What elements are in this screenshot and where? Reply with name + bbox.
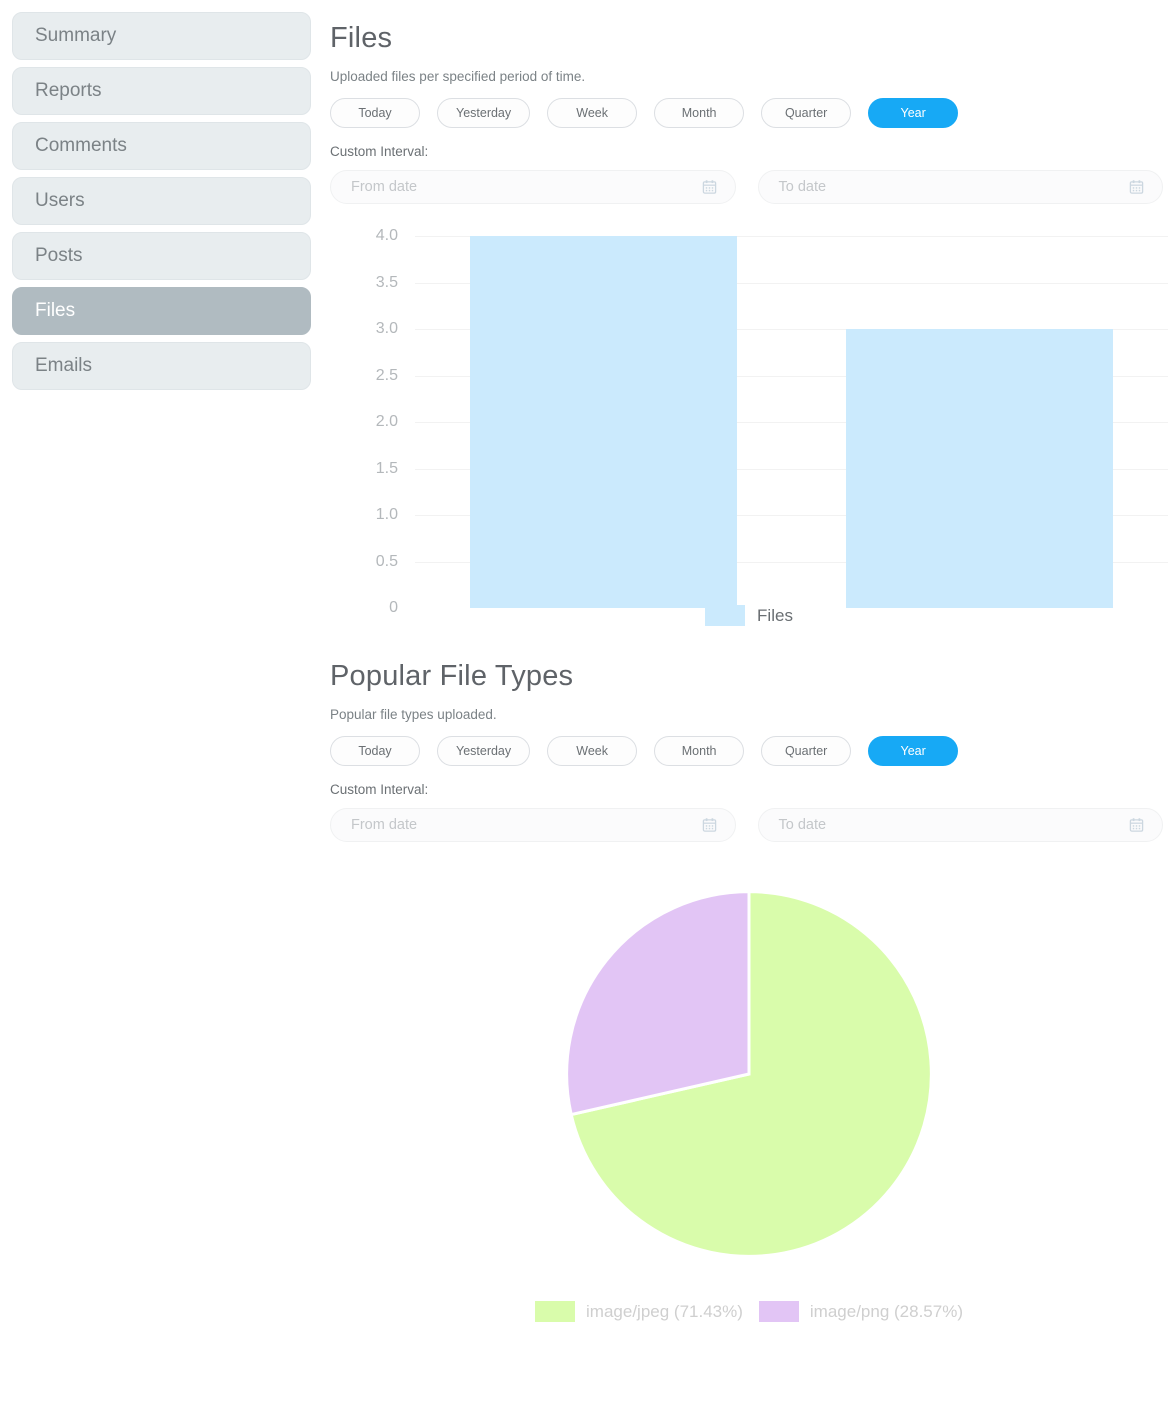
filetypes-to-date-placeholder: To date [778,817,827,833]
y-axis-tick-label: 1.0 [375,506,398,523]
calendar-icon[interactable] [702,180,717,195]
filetypes-from-date-placeholder: From date [351,817,418,833]
range-button-label: Today [358,106,392,120]
filetypes-custom-interval-label: Custom Interval: [330,782,429,797]
range-button-label: Quarter [784,106,828,120]
range-button-label: Yesterday [456,106,512,120]
sidebar-item-label: Comments [35,135,127,156]
files-date-range: From date To date [330,170,1163,204]
y-axis-tick-label: 3.5 [375,273,398,291]
bar-chart-legend: Files [330,605,1168,626]
range-button-month[interactable]: Month [654,98,745,128]
legend-label-png: image/png (28.57%) [809,1301,963,1321]
range-button-yesterday[interactable]: Yesterday [437,98,531,128]
sidebar-nav: Summary Reports Comments Users Posts Fil… [0,0,325,397]
range-button-today[interactable]: Today [330,98,420,128]
sidebar-item-label: Reports [35,80,102,101]
files-to-date-placeholder: To date [778,179,827,195]
sidebar-item-label: Users [35,190,85,211]
sidebar-item-label: Posts [35,245,83,266]
sidebar-item-users[interactable]: Users [12,177,311,225]
legend-item-jpeg: image/jpeg (71.43%) [535,1301,743,1322]
range-button-quarter[interactable]: Quarter [761,98,852,128]
sidebar-item-reports[interactable]: Reports [12,67,311,115]
range-button-week[interactable]: Week [547,736,638,766]
range-button-label: Month [681,744,717,758]
range-button-today[interactable]: Today [330,736,420,766]
pie-slice[interactable] [565,890,751,1117]
calendar-icon[interactable] [702,818,717,833]
range-button-label: Month [681,106,717,120]
filetypes-to-date-field[interactable]: To date [757,808,1163,842]
range-button-quarter[interactable]: Quarter [761,736,852,766]
bar-chart-bar[interactable] [846,329,1114,608]
files-custom-interval-label: Custom Interval: [330,144,429,159]
bar-chart-bar[interactable] [469,236,737,608]
range-button-label: Year [900,744,926,758]
sidebar-item-emails[interactable]: Emails [12,342,311,390]
legend-label-jpeg: image/jpeg (71.43%) [586,1301,743,1321]
y-axis-tick-label: 2.5 [375,366,398,384]
y-axis-tick-label: 3.0 [375,320,398,337]
sidebar-item-label: Files [35,300,76,321]
filetypes-subtitle: Popular file types uploaded. [330,707,497,722]
files-subtitle: Uploaded files per specified period of t… [330,69,586,84]
files-range-buttons: Today Yesterday Week Month Quarter Year [330,98,1163,128]
range-button-label: Year [900,106,926,120]
bar-chart-y-axis: 0 0.5 1.0 1.5 2.0 2.5 3.0 3.5 4.0 [330,227,398,616]
main-content: Files Uploaded files per specified perio… [325,0,1173,1346]
filetypes-title: Popular File Types [330,660,574,692]
y-axis-tick-label: 1.5 [375,459,398,477]
range-button-week[interactable]: Week [547,98,638,128]
files-bar-chart: 0 0.5 1.0 1.5 2.0 2.5 3.0 3.5 4.0 Files [330,226,1168,626]
sidebar-item-label: Emails [35,355,93,376]
range-button-year[interactable]: Year [868,736,959,766]
filetypes-date-range: From date To date [330,808,1163,842]
legend-swatch-jpeg [535,1301,576,1322]
sidebar-item-files[interactable]: Files [12,287,311,335]
range-button-month[interactable]: Month [654,736,745,766]
pie-chart-legend: image/jpeg (71.43%) image/png (28.57%) [330,1301,1168,1322]
sidebar-item-summary[interactable]: Summary [12,12,311,60]
range-button-year[interactable]: Year [868,98,959,128]
filetypes-pie-chart: image/jpeg (71.43%) image/png (28.57%) [330,886,1168,1346]
y-axis-tick-label: 4.0 [375,227,398,244]
filetypes-range-buttons: Today Yesterday Week Month Quarter Year [330,736,1163,766]
bar-chart-plot-area [415,236,1168,608]
legend-swatch-png [758,1301,799,1322]
files-to-date-field[interactable]: To date [757,170,1163,204]
sidebar-item-comments[interactable]: Comments [12,122,311,170]
range-button-yesterday[interactable]: Yesterday [437,736,531,766]
legend-swatch-files [705,605,746,626]
range-button-label: Week [576,744,608,758]
y-axis-tick-label: 2.0 [375,413,398,430]
range-button-label: Week [576,106,608,120]
sidebar-item-posts[interactable]: Posts [12,232,311,280]
range-button-label: Yesterday [456,744,512,758]
files-dashboard-page: Summary Reports Comments Users Posts Fil… [0,0,1173,1428]
legend-item-png: image/png (28.57%) [758,1301,963,1322]
page-title: Files [330,22,393,54]
files-from-date-field[interactable]: From date [330,170,736,204]
range-button-label: Today [358,744,392,758]
calendar-icon[interactable] [1129,818,1144,833]
legend-label-files: Files [757,605,793,625]
pie-chart-svg [565,890,933,1258]
filetypes-from-date-field[interactable]: From date [330,808,736,842]
sidebar-item-label: Summary [35,25,117,46]
files-from-date-placeholder: From date [351,179,418,195]
y-axis-tick-label: 0.5 [375,552,398,570]
range-button-label: Quarter [784,744,828,758]
calendar-icon[interactable] [1129,180,1144,195]
